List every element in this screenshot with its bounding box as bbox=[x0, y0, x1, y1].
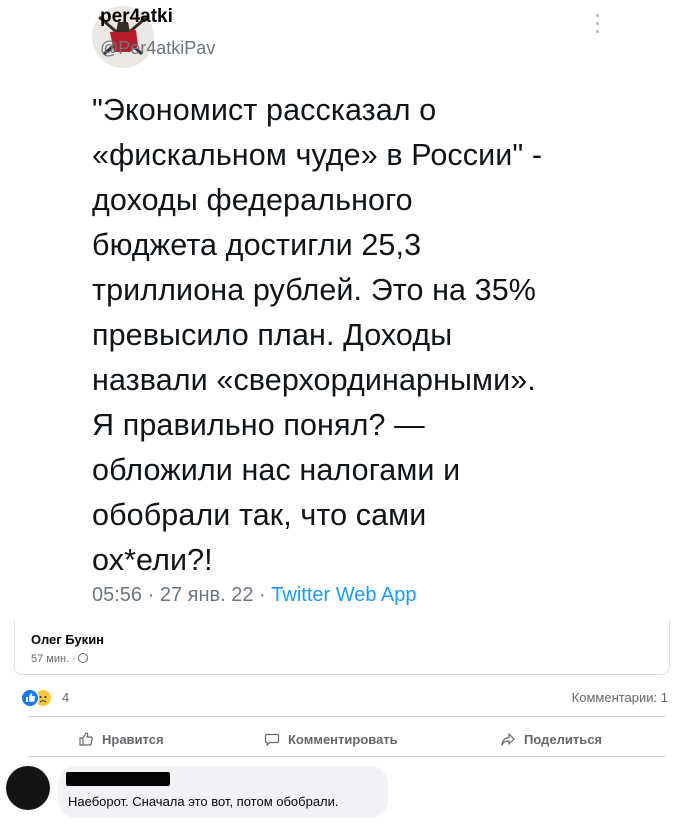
globe-icon bbox=[77, 653, 88, 663]
tweet-time: 05:56 · 27 янв. 22 · bbox=[92, 584, 272, 606]
comment-count[interactable]: Комментарии: 1 bbox=[572, 690, 668, 705]
divider bbox=[28, 756, 665, 757]
like-icon[interactable] bbox=[21, 689, 39, 707]
attribution-card[interactable]: Олег Букин 57 мин. · bbox=[14, 620, 670, 675]
comment-icon bbox=[264, 733, 280, 747]
comment-actions-cropped bbox=[66, 816, 266, 824]
comment-bubble[interactable]: Наеборот. Сначала это вот, потом обобрал… bbox=[58, 766, 388, 818]
comment-text: Наеборот. Сначала это вот, потом обобрал… bbox=[68, 794, 339, 809]
attribution-time: 57 мин. · bbox=[31, 653, 88, 665]
share-button[interactable]: Поделиться bbox=[500, 724, 602, 754]
comment-label: Комментировать bbox=[288, 731, 398, 747]
thumbs-up-icon bbox=[79, 732, 93, 746]
attribution-time-text: 57 мин. · bbox=[31, 653, 76, 665]
attribution-author[interactable]: Олег Букин bbox=[31, 632, 104, 647]
tweet-app-link[interactable]: Twitter Web App bbox=[271, 584, 416, 606]
tweet-meta: 05:56 · 27 янв. 22 · Twitter Web App bbox=[92, 584, 417, 607]
vertical-dots-icon[interactable] bbox=[595, 14, 601, 36]
comment: Наеборот. Сначала это вот, потом обобрал… bbox=[0, 760, 680, 824]
commenter-avatar[interactable] bbox=[6, 766, 50, 810]
share-label: Поделиться bbox=[524, 731, 603, 747]
like-button[interactable]: Нравится bbox=[78, 724, 164, 754]
comment-button[interactable]: Комментировать bbox=[264, 724, 398, 754]
reaction-count[interactable]: 4 bbox=[62, 690, 69, 705]
reactions-row: 4 Комментарии: 1 bbox=[14, 688, 668, 710]
post-actions: Нравится Комментировать Поделиться bbox=[28, 724, 665, 754]
shared-tweet-image[interactable]: per4atki @Per4atkiPav "Экономист рассказ… bbox=[0, 0, 680, 618]
tweet-author-handle[interactable]: @Per4atkiPav bbox=[100, 38, 215, 59]
like-label: Нравится bbox=[102, 731, 164, 747]
tweet-author-name[interactable]: per4atki bbox=[100, 6, 173, 28]
tweet-text: "Экономист рассказал о «фискальном чуде»… bbox=[92, 93, 543, 577]
divider bbox=[28, 716, 665, 717]
redacted-commenter-name bbox=[66, 772, 170, 786]
share-icon bbox=[501, 733, 515, 746]
